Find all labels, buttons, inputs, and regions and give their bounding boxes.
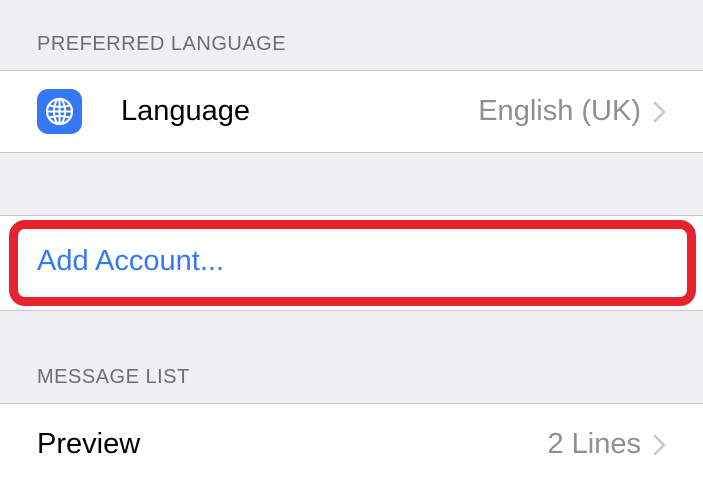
message-list-group: Preview 2 Lines [0,403,703,486]
language-row[interactable]: Language English (UK) [0,71,703,152]
add-account-button[interactable]: Add Account... [37,244,224,278]
preview-value: 2 Lines [547,428,641,460]
language-value: English (UK) [478,95,641,127]
chevron-right-icon [653,434,666,456]
globe-icon [37,89,82,134]
add-account-group: Add Account... [0,215,703,311]
message-list-header: MESSAGE LIST [37,366,190,388]
preview-row[interactable]: Preview 2 Lines [0,404,703,486]
preferred-language-header: PREFERRED LANGUAGE [37,33,287,55]
preview-label: Preview [37,428,141,460]
language-label: Language [121,95,251,127]
chevron-right-icon [653,101,666,123]
language-group: Language English (UK) [0,70,703,153]
